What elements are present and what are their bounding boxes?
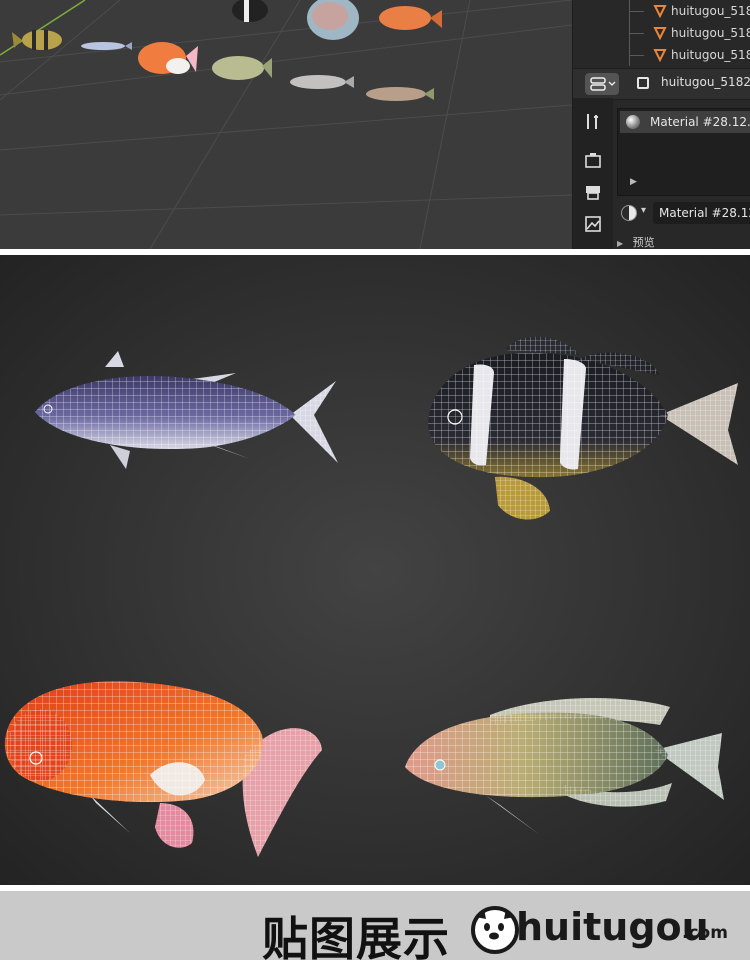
- mesh-triangle-icon: [653, 49, 667, 62]
- 3d-viewport[interactable]: [0, 0, 572, 249]
- preview-panel-header[interactable]: ▶ 预览: [617, 234, 655, 249]
- outliner-branch-line: [629, 22, 648, 44]
- properties-editor-icon: [590, 77, 616, 91]
- chevron-down-icon[interactable]: ▾: [641, 205, 646, 216]
- outliner-item-label: huitugou_518: [671, 26, 750, 40]
- material-slot-list[interactable]: Material #28.12.5 ▶: [617, 108, 750, 196]
- fish-thumb-striped[interactable]: [12, 30, 62, 50]
- chevron-right-icon: ▶: [617, 239, 624, 248]
- wireframe-showcase: [0, 255, 750, 885]
- footer-bar: 贴图展示 huitugou .com: [0, 891, 750, 966]
- fish-thumb-orange[interactable]: [379, 6, 442, 30]
- footer-banner: 贴图展示 huitugou .com: [0, 885, 750, 966]
- footer-title: 贴图展示: [262, 912, 450, 966]
- object-name: huitugou_5182_: [661, 75, 750, 89]
- side-panel: huitugou_518 huitugou_518 huitugou_5182 …: [572, 0, 750, 249]
- tuna-wireframe: [35, 351, 338, 469]
- mesh-triangle-icon: [653, 5, 667, 18]
- tab-render[interactable]: [581, 148, 605, 172]
- material-selector: ▾ Material #28.12: [617, 202, 750, 224]
- clownfish-wireframe: [428, 336, 738, 520]
- outliner-branch-line: [629, 44, 648, 66]
- fish-thumb-grey[interactable]: [290, 75, 354, 89]
- fish-thumb-goldfish[interactable]: [138, 42, 198, 74]
- material-slot-label: Material #28.12.5: [650, 115, 750, 129]
- viewport-grid: [0, 0, 572, 249]
- outliner-branch-line: [629, 0, 648, 22]
- fish-thumb-trout[interactable]: [366, 87, 434, 101]
- blender-window: huitugou_518 huitugou_518 huitugou_5182 …: [0, 0, 750, 249]
- outliner-item[interactable]: huitugou_518: [573, 0, 750, 22]
- view-layer-icon: [585, 216, 601, 232]
- expand-arrow-icon[interactable]: ▶: [630, 177, 637, 187]
- fish-thumb-cichlid[interactable]: [212, 56, 272, 80]
- editor-type-button[interactable]: [585, 73, 619, 95]
- tab-tool[interactable]: [581, 110, 605, 134]
- viewport-scene: [0, 0, 572, 249]
- fish-thumb-clownfish[interactable]: [232, 0, 268, 22]
- outliner-item-label: huitugou_518: [671, 4, 750, 18]
- material-name-field[interactable]: Material #28.12: [653, 202, 750, 224]
- outliner-item[interactable]: huitugou_5182: [573, 44, 750, 66]
- goldfish-wireframe: [4, 681, 322, 857]
- material-browse-icon[interactable]: [621, 205, 637, 221]
- tab-output[interactable]: [581, 180, 605, 204]
- fish-thumb-discus[interactable]: [307, 0, 359, 40]
- material-slot[interactable]: Material #28.12.5: [620, 111, 750, 133]
- outliner-item-label: huitugou_5182: [671, 48, 750, 62]
- material-sphere-icon: [626, 115, 640, 129]
- outliner-item[interactable]: huitugou_518: [573, 22, 750, 44]
- properties-header: huitugou_5182_: [573, 68, 750, 100]
- tool-icon: [587, 114, 598, 129]
- cichlid-wireframe: [405, 697, 724, 835]
- brand-name: huitugou: [516, 905, 709, 949]
- properties-tabs: [573, 98, 613, 249]
- render-icon: [585, 153, 601, 168]
- dog-logo-icon: [471, 906, 519, 954]
- wireframe-render: [4, 336, 738, 857]
- mesh-triangle-icon: [653, 27, 667, 40]
- preview-label: 预览: [632, 236, 655, 249]
- brand-domain: .com: [682, 923, 728, 943]
- tab-view-layer[interactable]: [581, 212, 605, 236]
- object-icon: [637, 77, 649, 89]
- output-icon: [586, 186, 600, 200]
